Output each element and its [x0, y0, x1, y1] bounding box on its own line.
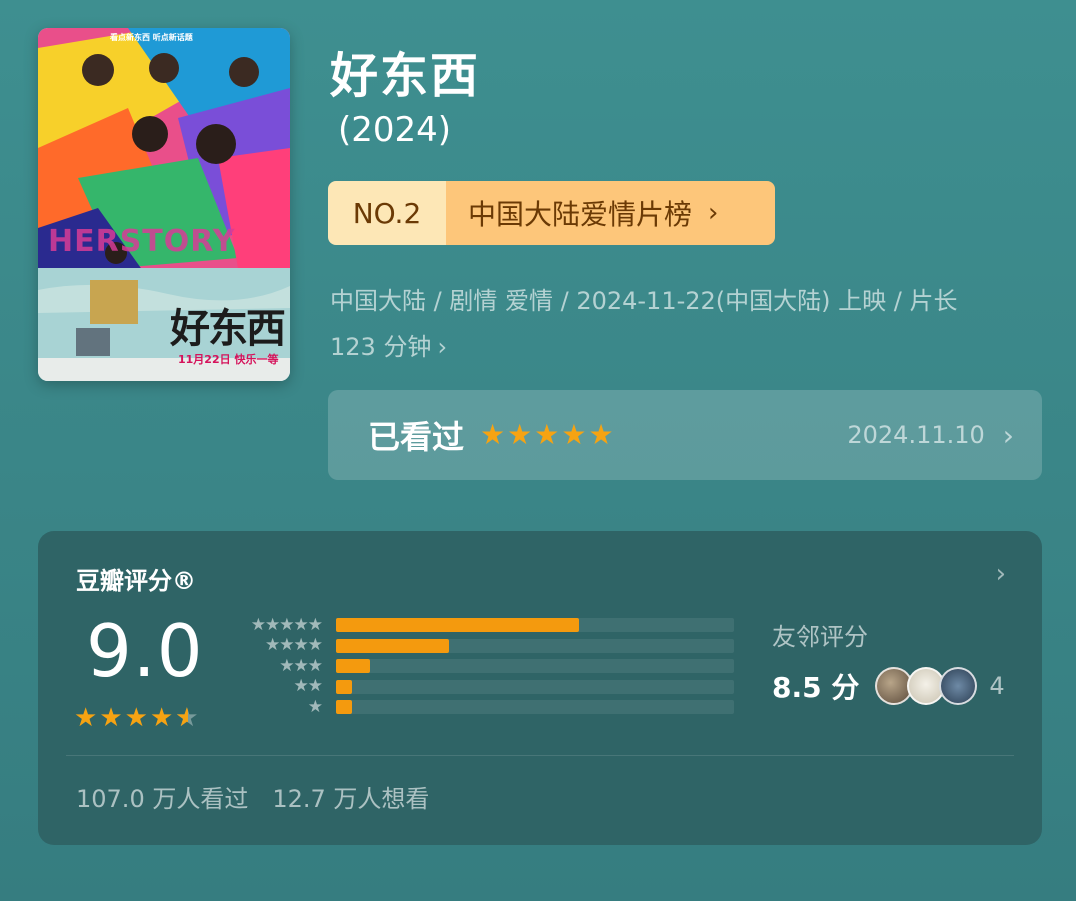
- meta-line-2: 123 分钟 ›: [330, 324, 1050, 370]
- distribution-bar: [336, 618, 579, 633]
- friend-avatars: [875, 667, 978, 705]
- watched-count: 107.0 万人看过: [76, 785, 249, 813]
- distribution-track: [336, 638, 734, 653]
- distribution-row: ★★: [234, 677, 734, 698]
- rating-card-title: 豆瓣评分®: [76, 567, 196, 595]
- rank-badge[interactable]: NO.2 中国大陆爱情片榜 ›: [328, 181, 775, 245]
- friends-rating-row: 8.5 分 4: [772, 666, 1005, 706]
- douban-rating-card[interactable]: 豆瓣评分® › 9.0 ★ ★ ★ ★ ★ ★ ★★★★ ★ ★★★ ★ ★★ ★ ★ …: [38, 531, 1042, 845]
- distribution-stars-label: ★★★: [279, 655, 323, 676]
- friends-rating-score: 8.5 分: [772, 671, 860, 704]
- star-icon: ★: [99, 703, 123, 733]
- poster-title: 好东西: [170, 305, 286, 352]
- chevron-right-icon: ›: [1002, 418, 1014, 452]
- rank-list-label: 中国大陆爱情片榜: [468, 198, 693, 231]
- star-icon: ★: [588, 418, 614, 451]
- distribution-bar: [336, 659, 370, 674]
- star-icon: ★: [480, 418, 506, 451]
- star-icon: ★: [124, 703, 148, 733]
- meta-line-1: 中国大陆 / 剧情 爱情 / 2024-11-22(中国大陆) 上映 / 片长: [330, 287, 958, 315]
- movie-meta[interactable]: 中国大陆 / 剧情 爱情 / 2024-11-22(中国大陆) 上映 / 片长 …: [330, 278, 1050, 370]
- distribution-bar: [336, 679, 352, 694]
- distribution-stars-label: ★★★★: [265, 635, 323, 656]
- distribution-row: ★★★★: [234, 636, 734, 657]
- distribution-stars-label: ★★★★★: [250, 614, 323, 635]
- half-star-icon: ★: [175, 705, 198, 731]
- friends-rating-label: 友邻评分: [772, 623, 868, 651]
- star-icon: ★: [74, 703, 98, 733]
- rating-distribution: ★★★★★ ★★★★ ★★★ ★★ ★: [234, 615, 734, 718]
- poster-subtitle: HERSTORY: [48, 224, 236, 259]
- rank-list: 中国大陆爱情片榜 ›: [446, 181, 775, 245]
- movie-title: 好东西: [330, 48, 481, 104]
- chevron-right-icon[interactable]: ›: [996, 559, 1006, 589]
- wish-count: 12.7 万人想看: [272, 785, 430, 813]
- rank-number: NO.2: [328, 181, 446, 245]
- distribution-track: [336, 659, 734, 674]
- friends-count: 4: [989, 672, 1005, 700]
- distribution-stars-label: ★★: [293, 676, 323, 697]
- movie-year: (2024): [338, 110, 452, 150]
- rating-footer: 107.0 万人看过 12.7 万人想看: [76, 779, 429, 814]
- rating-stars: ★ ★ ★ ★ ★: [74, 705, 199, 731]
- rating-score: 9.0: [86, 609, 204, 693]
- poster-date: 11月22日 快乐一等: [178, 353, 279, 366]
- distribution-stars-label: ★: [307, 696, 323, 717]
- avatar: [939, 667, 978, 705]
- friends-rating[interactable]: 友邻评分 8.5 分 4: [772, 617, 1005, 706]
- movie-poster[interactable]: 看点新东西 听点新话题 HERSTORY 好东西 11月22日 快乐一等: [38, 28, 290, 381]
- star-icon: ★: [561, 418, 587, 451]
- watched-label: 已看过: [368, 418, 465, 456]
- distribution-bar: [336, 638, 450, 653]
- star-icon: ★: [149, 703, 174, 733]
- star-icon: ★: [534, 418, 560, 451]
- chevron-right-icon: ›: [437, 333, 448, 361]
- poster-top-text: 看点新东西 听点新话题: [110, 33, 193, 42]
- divider: [66, 755, 1014, 756]
- user-rating-stars: ★ ★ ★ ★ ★: [480, 421, 614, 449]
- distribution-bar: [336, 700, 352, 715]
- star-icon: ★: [507, 418, 533, 451]
- watched-date: 2024.11.10: [847, 421, 985, 449]
- distribution-track: [336, 618, 734, 633]
- distribution-track: [336, 700, 734, 715]
- meta-duration: 123 分钟: [330, 333, 432, 361]
- distribution-row: ★: [234, 697, 734, 718]
- watched-status-card[interactable]: 已看过 ★ ★ ★ ★ ★ 2024.11.10 ›: [328, 390, 1042, 480]
- chevron-right-icon: ›: [708, 198, 719, 228]
- distribution-row: ★★★: [234, 656, 734, 677]
- distribution-track: [336, 679, 734, 694]
- distribution-row: ★★★★★: [234, 615, 734, 636]
